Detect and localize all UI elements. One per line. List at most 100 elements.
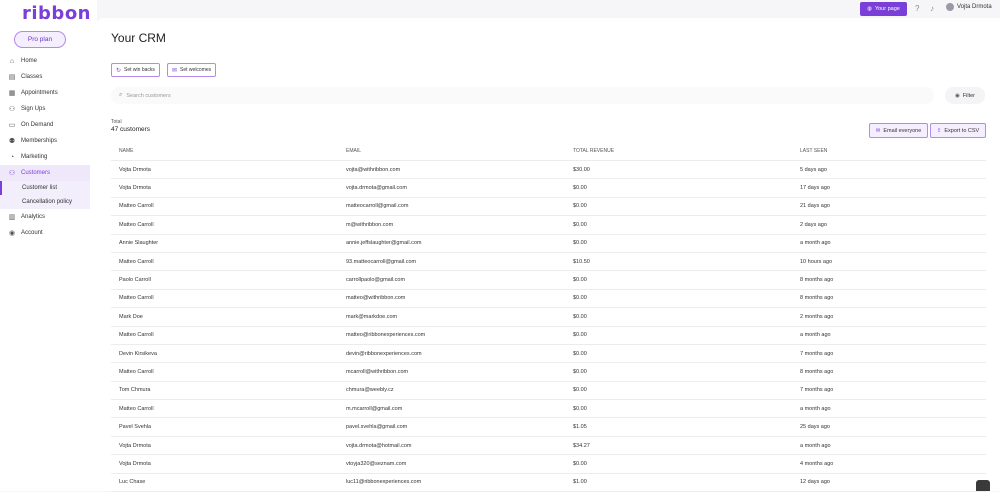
column-header-email[interactable]: EMAIL [338,141,565,161]
table-row[interactable]: Paolo Carroll carrollpaolo@gmail.com $0.00… [111,270,986,290]
cell-revenue: $0.00 [565,344,792,364]
cell-email: m.mcarroll@gmail.com [338,399,565,419]
cell-name: Vojta Drmota [111,436,338,456]
cell-revenue: $0.00 [565,362,792,382]
cell-name: Matteo Carroll [111,215,338,235]
table-row[interactable]: Matteo Carroll 93.matteocarroll@gmail.com… [111,252,986,272]
help-icon[interactable]: ? [915,4,919,13]
table-row[interactable]: Matteo Carroll matteo@ribbonexperiences.c… [111,326,986,345]
table-row[interactable]: Pavel Svehla pavel.svehla@gmail.com $1.05 2… [111,417,986,437]
sidebar-item-analytics[interactable]: ▥ Analytics [0,209,90,225]
welcome-icon: ✉ [172,67,178,74]
cell-email: annie.jeffslaughter@gmail.com [338,234,565,253]
table-row[interactable]: Matteo Carroll matteo@withribbon.com $0.00… [111,289,986,309]
cell-revenue: $0.00 [565,234,792,253]
sidebar-item-label: On Demand [21,122,54,128]
cell-email: chmura@weebly.cz [338,381,565,401]
chat-widget-button[interactable] [976,480,990,491]
table-row[interactable]: Luc Chase luc11@ribbonexperiences.com $1.0… [111,473,986,492]
sidebar-item-on-demand[interactable]: ▭ On Demand [0,117,90,133]
cell-email: matteo@withribbon.com [338,289,565,309]
sidebar-item-account[interactable]: ◉ Account [0,225,90,241]
avatar [946,3,954,11]
cell-name: Mark Doe [111,307,338,327]
appointment-icon: ▦ [8,90,16,97]
export-csv-button[interactable]: ⇪ Export to CSV [930,123,986,138]
customers-icon: ⚇ [8,170,16,177]
cell-name: Vojta Drmota [111,454,338,474]
filter-button[interactable]: ◉ Filter [945,87,985,104]
user-menu[interactable]: Vojta Drmota [946,3,992,11]
filter-label: Filter [962,92,976,99]
sidebar-item-appointments[interactable]: ▦ Appointments [0,85,90,101]
pro-plan-badge[interactable]: Pro plan [14,31,66,48]
table-row[interactable]: Vojta Drmota vojta.drmota@hotmail.com $34.… [111,436,986,456]
cell-revenue: $0.00 [565,381,792,401]
cell-email: m@withribbon.com [338,215,565,235]
win-back-icon: ↻ [116,67,122,74]
sidebar-nav: ⌂ Home ▤ Classes ▦ Appointments ⚇ Sign Ups ▭… [0,53,90,241]
set-win-backs-button[interactable]: ↻ Set win backs [111,63,160,77]
sidebar-item-label: Account [21,230,43,236]
table-row[interactable]: Matteo Carroll matteocarroll@gmail.com $0.… [111,197,986,217]
table-row[interactable]: Vojta Drmota vojta@withribbon.com $30.00 5 … [111,160,986,180]
cell-revenue: $10.50 [565,252,792,272]
members-icon: ⚉ [8,138,16,145]
sidebar-item-label: Appointments [21,90,58,96]
cell-last-seen: 8 months ago [792,270,986,290]
table-row[interactable]: Tom Chmura chmura@weebly.cz $0.00 7 months … [111,381,986,401]
email-everyone-button[interactable]: ✉ Email everyone [869,123,928,138]
table-row[interactable]: Vojta Drmota vtoyja320@seznam.com $0.00 4 m… [111,454,986,474]
cell-email: matteocarroll@gmail.com [338,197,565,217]
table-row[interactable]: Annie Slaughter annie.jeffslaughter@gmail… [111,234,986,253]
table-row[interactable]: Matteo Carroll m.mcarroll@gmail.com $0.00 a… [111,399,986,419]
cell-last-seen: 8 months ago [792,289,986,309]
cell-name: Vojta Drmota [111,178,338,198]
cell-name: Matteo Carroll [111,326,338,345]
mail-icon: ✉ [875,127,881,134]
table-row[interactable]: Devin Kirsikeva devin@ribbonexperiences.c… [111,344,986,364]
table-row[interactable]: Mark Doe mark@markdoe.com $0.00 2 months ag… [111,307,986,327]
search-icon: ⌕ [119,92,123,98]
cell-revenue: $0.00 [565,307,792,327]
sidebar-item-sign-ups[interactable]: ⚇ Sign Ups [0,101,90,117]
home-icon: ⌂ [9,57,15,65]
cell-last-seen: 2 days ago [792,215,986,235]
total-count: 47 customers [111,126,151,133]
sidebar-item-label: Memberships [21,138,58,144]
megaphone-icon: ◔ [9,153,15,161]
sidebar-item-label: Home [21,58,38,64]
sidebar-item-marketing[interactable]: ◔ Marketing [0,149,90,165]
your-page-button[interactable]: ◍ Your page [860,2,907,16]
column-header-revenue[interactable]: TOTAL REVENUE [565,141,792,161]
sidebar-subitem-customer-list[interactable]: Customer list [0,181,90,195]
ribbon-logo[interactable]: ribbon [22,3,91,24]
cell-name: Matteo Carroll [111,362,338,382]
sidebar-item-customers[interactable]: ⚇ Customers [0,165,90,181]
cell-name: Tom Chmura [111,381,338,401]
column-header-name[interactable]: NAME [111,141,338,161]
sidebar-item-classes[interactable]: ▤ Classes [0,69,90,85]
set-welcomes-button[interactable]: ✉ Set welcomes [167,63,217,77]
cell-email: devin@ribbonexperiences.com [338,344,565,364]
email-everyone-label: Email everyone [883,127,922,134]
sidebar-item-memberships[interactable]: ⚉ Memberships [0,133,90,149]
cell-name: Pavel Svehla [111,417,338,437]
customers-table: NAME EMAIL TOTAL REVENUE LAST SEEN Vojta… [111,141,986,492]
users-icon: ⚇ [8,106,16,113]
cell-revenue: $0.00 [565,399,792,419]
table-row[interactable]: Matteo Carroll mcarroll@withribbon.com $0.… [111,362,986,382]
sidebar-item-home[interactable]: ⌂ Home [0,53,90,69]
search-placeholder: Search customers [126,92,171,99]
column-header-last-seen[interactable]: LAST SEEN [792,141,986,161]
export-icon: ⇪ [936,127,942,134]
search-input[interactable]: ⌕ Search customers [111,87,934,104]
table-row[interactable]: Matteo Carroll m@withribbon.com $0.00 2 day… [111,215,986,235]
table-row[interactable]: Vojta Drmota vojta.drmota@gmail.com $0.00 1… [111,178,986,198]
bell-icon[interactable]: ♪ [930,4,934,13]
sidebar-subitem-cancellation-policy[interactable]: Cancellation policy [0,195,90,209]
sidebar-item-label: Classes [21,74,43,80]
set-win-backs-label: Set win backs [124,67,155,73]
your-page-label: Your page [874,6,900,12]
cell-revenue: $0.00 [565,454,792,474]
